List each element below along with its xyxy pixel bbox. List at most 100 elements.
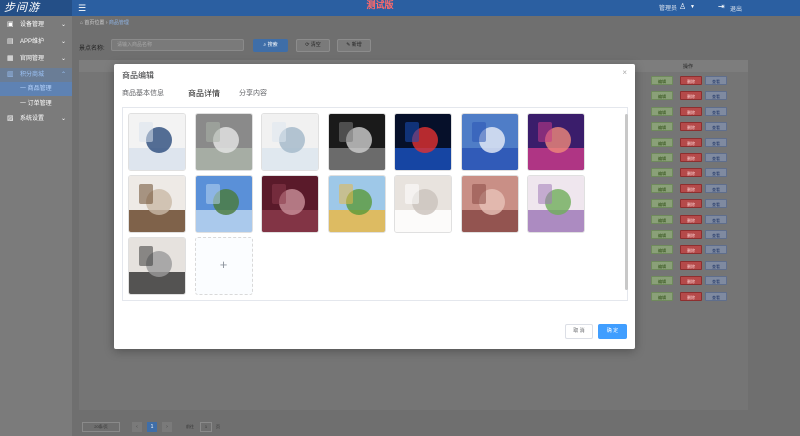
upload-add-button[interactable]: + [194, 237, 253, 295]
edit-button[interactable]: 编辑 [651, 91, 673, 101]
sidebar-item-website[interactable]: ▦ 官网管理 ⌄ [0, 52, 72, 66]
drone-image[interactable] [128, 237, 186, 295]
edit-button[interactable]: 编辑 [651, 106, 673, 116]
app-title: 测试版 [366, 0, 394, 10]
edit-button[interactable]: 编辑 [651, 153, 673, 162]
view-button[interactable]: 查看 [705, 291, 727, 301]
sengled-purple-image[interactable] [527, 113, 585, 171]
clear-button[interactable]: ⟳ 清空 [296, 39, 330, 52]
white-device-image[interactable] [394, 175, 452, 233]
delete-button[interactable]: 删除 [680, 230, 702, 239]
blue-car-light-image[interactable] [394, 113, 452, 171]
view-button[interactable]: 查看 [705, 214, 727, 224]
delete-button[interactable]: 删除 [680, 183, 702, 193]
delete-button[interactable]: 删除 [680, 122, 702, 132]
view-button[interactable]: 查看 [705, 230, 727, 239]
view-button[interactable]: 查看 [705, 137, 727, 147]
delete-button[interactable]: 删除 [680, 106, 702, 116]
factory-landscape-image[interactable] [194, 175, 253, 233]
view-button[interactable]: 查看 [705, 276, 727, 286]
delete-button[interactable]: 删除 [680, 199, 702, 209]
sidebar-item-app[interactable]: ▤ APP维护 ⌄ [0, 35, 72, 49]
eco-bag-image[interactable] [194, 113, 253, 171]
edit-button[interactable]: 编辑 [651, 276, 673, 286]
lab-researcher-image[interactable] [128, 113, 186, 171]
sidebar-item-mall[interactable]: ▥ 积分商城 ⌃ [0, 68, 72, 82]
delete-button[interactable]: 删除 [680, 260, 702, 270]
sidebar-item-settings[interactable]: ▨ 系统设置 ⌄ [0, 112, 72, 126]
edit-button[interactable]: 编辑 [651, 199, 673, 209]
current-page[interactable]: 1 [147, 422, 157, 432]
fabric-woman-image[interactable] [460, 175, 519, 233]
lab-scientist-image[interactable] [261, 113, 319, 171]
user-name[interactable]: 管理员 [659, 3, 677, 12]
tab-share-content[interactable]: 分享内容 [239, 88, 267, 98]
view-button[interactable]: 查看 [705, 76, 727, 85]
logout-icon[interactable]: ⇥ [718, 2, 725, 11]
sidebar-item-order-management[interactable]: 一 订单管理 [0, 97, 72, 111]
menu-toggle-icon[interactable]: ☰ [78, 3, 86, 14]
sidebar-item-device[interactable]: ▣ 设备管理 ⌄ [0, 18, 72, 32]
logout-button[interactable]: 退出 [730, 4, 742, 13]
delete-button[interactable]: 删除 [680, 276, 702, 286]
sidebar-subitem-label: 一 订单管理 [20, 101, 52, 107]
cosmetics-bottles-image[interactable] [527, 175, 585, 233]
view-button[interactable]: 查看 [705, 153, 727, 162]
search-button[interactable]: ⌕ 搜索 [253, 39, 288, 52]
goto-page-input[interactable]: 1 [200, 422, 212, 432]
view-button[interactable]: 查看 [705, 183, 727, 193]
delete-button[interactable]: 删除 [680, 291, 702, 301]
child-outdoor-image[interactable] [327, 175, 386, 233]
sidebar-item-label: APP维护 [20, 39, 45, 45]
tab-product-details[interactable]: 商品详情 [188, 88, 220, 99]
abstract-dark-wave-image[interactable] [327, 113, 386, 171]
home-icon[interactable]: ⌂ [80, 20, 83, 26]
delete-button[interactable]: 删除 [680, 153, 702, 162]
delete-button[interactable]: 删除 [680, 76, 702, 85]
page-size-select[interactable]: 20条/页 [82, 422, 120, 432]
breadcrumb-home[interactable]: 首页位置 [84, 20, 104, 26]
view-button[interactable]: 查看 [705, 91, 727, 101]
edit-button[interactable]: 编辑 [651, 230, 673, 239]
prev-page-button[interactable]: ‹ [132, 422, 142, 432]
tab-basic-info[interactable]: 商品基本信息 [122, 88, 164, 98]
user-icon[interactable]: ♙ [679, 2, 686, 11]
view-button[interactable]: 查看 [705, 199, 727, 209]
company-building-sign-image[interactable] [460, 113, 519, 171]
edit-button[interactable]: 编辑 [651, 291, 673, 301]
view-button[interactable]: 查看 [705, 122, 727, 132]
edit-button[interactable]: 编辑 [651, 260, 673, 270]
rocking-chair-image[interactable] [128, 175, 186, 233]
sidebar-item-product-management[interactable]: 一 商品管理 [0, 82, 72, 96]
delete-button[interactable]: 删除 [680, 214, 702, 224]
app-icon: ▤ [7, 38, 14, 45]
device-icon: ▣ [7, 21, 14, 28]
view-button[interactable]: 查看 [705, 245, 727, 255]
app-logo[interactable]: 步间游 [0, 0, 72, 16]
delete-button[interactable]: 删除 [680, 91, 702, 101]
edit-button[interactable]: 编辑 [651, 137, 673, 147]
cancel-button[interactable]: 取 消 [565, 324, 593, 339]
sidebar: ▣ 设备管理 ⌄ ▤ APP维护 ⌄ ▦ 官网管理 ⌄ ▥ 积分商城 ⌃ 一 商… [0, 16, 72, 436]
search-input[interactable]: 请输入商品名称 [111, 39, 244, 51]
confirm-button[interactable]: 确 定 [598, 324, 627, 339]
add-button[interactable]: ✎ 新增 [337, 39, 371, 52]
edit-button[interactable]: 编辑 [651, 76, 673, 85]
view-button[interactable]: 查看 [705, 106, 727, 116]
close-icon[interactable]: × [622, 68, 627, 77]
view-button[interactable]: 查看 [705, 168, 727, 178]
edit-button[interactable]: 编辑 [651, 214, 673, 224]
next-page-button[interactable]: › [162, 422, 172, 432]
view-button[interactable]: 查看 [705, 260, 727, 270]
edit-button[interactable]: 编辑 [651, 122, 673, 132]
edit-button[interactable]: 编辑 [651, 183, 673, 193]
delete-button[interactable]: 删除 [680, 168, 702, 178]
edit-button[interactable]: 编辑 [651, 245, 673, 255]
clear-icon: ⟳ [305, 42, 310, 48]
delete-button[interactable]: 删除 [680, 137, 702, 147]
edit-button[interactable]: 编辑 [651, 168, 673, 178]
scrollbar[interactable] [625, 114, 628, 290]
delete-button[interactable]: 删除 [680, 245, 702, 255]
caret-down-icon[interactable]: ▼ [690, 4, 695, 10]
chip-product-image[interactable] [261, 175, 319, 233]
